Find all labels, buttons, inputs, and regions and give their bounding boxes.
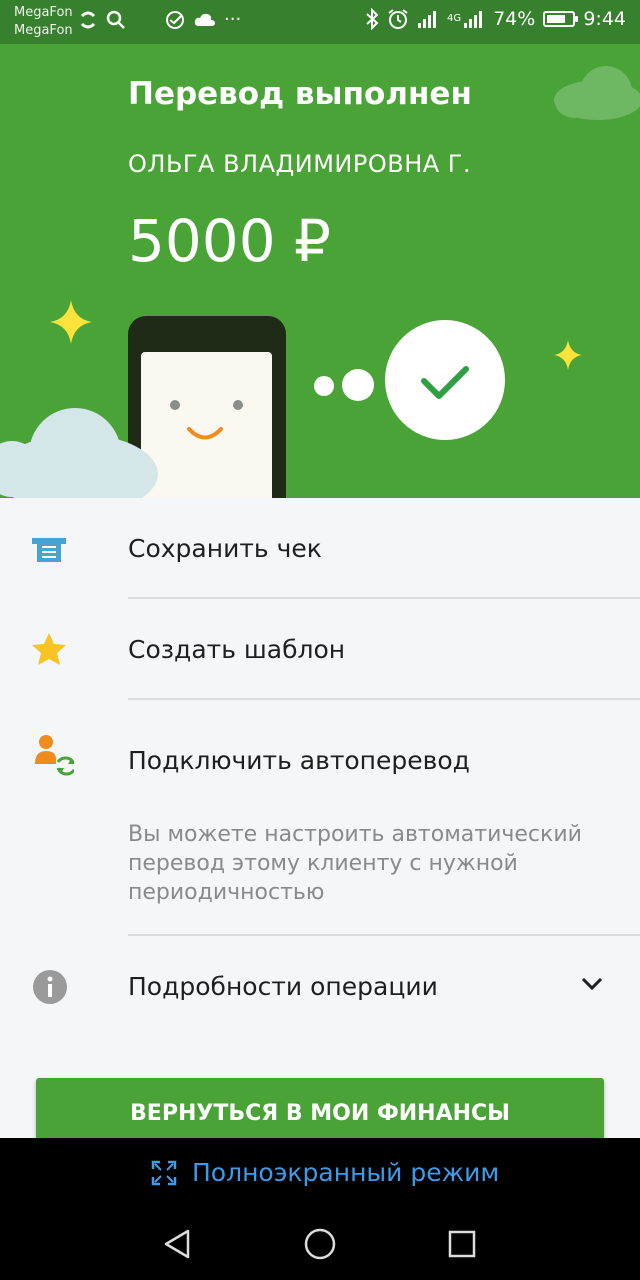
actions-list: Сохранить чек Создать шаблон Подключить … — [0, 498, 640, 1040]
clock: 9:44 — [583, 8, 626, 30]
autotransfer-description: Вы можете настроить автоматический перев… — [128, 822, 582, 905]
carrier-names: MegaFon MegaFon — [14, 4, 73, 40]
battery-percent: 74% — [493, 8, 536, 30]
home-nav-icon[interactable] — [302, 1226, 338, 1262]
save-receipt-label: Сохранить чек — [128, 534, 322, 563]
sparkle-large — [50, 300, 92, 344]
save-receipt-item[interactable]: Сохранить чек — [0, 498, 640, 599]
back-nav-icon[interactable] — [160, 1226, 196, 1262]
fullscreen-label: Полноэкранный режим — [192, 1158, 500, 1187]
autotransfer-label: Подключить автоперевод — [128, 746, 470, 775]
operation-details-label: Подробности операции — [128, 972, 438, 1001]
create-template-item[interactable]: Создать шаблон — [0, 599, 640, 700]
recipient-name: ОЛЬГА ВЛАДИМИРОВНА Г. — [128, 150, 472, 178]
fullscreen-mode-link[interactable]: Полноэкранный режим — [150, 1158, 499, 1187]
cloud-top-right — [554, 66, 640, 120]
info-icon — [33, 970, 67, 1004]
bluetooth-icon — [366, 8, 379, 30]
cloud-icon — [194, 13, 215, 26]
system-nav-bar — [0, 1222, 640, 1280]
person-repeat-icon — [35, 735, 74, 776]
alarm-icon — [388, 9, 408, 29]
carrier-1: MegaFon — [14, 5, 73, 20]
success-header: Перевод выполнен ОЛЬГА ВЛАДИМИРОВНА Г. 5… — [0, 44, 640, 498]
recents-nav-icon[interactable] — [444, 1226, 480, 1262]
status-bar: MegaFon MegaFon ··· 4G 74% 9:44 — [0, 0, 640, 44]
status-left-icons: ··· — [78, 10, 241, 30]
carrier-2: MegaFon — [14, 23, 73, 38]
phone-screen — [141, 352, 272, 498]
receipt-icon — [32, 538, 66, 562]
chevron-down-icon[interactable] — [580, 976, 604, 992]
check-circle — [385, 320, 505, 440]
network-type: 4G — [446, 13, 462, 24]
transfer-amount: 5000 ₽ — [128, 207, 331, 275]
operation-details-item[interactable]: Подробности операции — [0, 936, 640, 1040]
sberbank-icon — [166, 11, 184, 29]
fullscreen-icon — [151, 1160, 177, 1185]
sync-icon — [80, 11, 96, 29]
signal-icon — [417, 11, 436, 28]
dot-small — [314, 376, 334, 396]
signal-icon-2 — [464, 11, 483, 28]
create-template-label: Создать шаблон — [128, 635, 346, 664]
more-notifications-icon: ··· — [224, 9, 242, 30]
battery-fill — [547, 15, 566, 23]
page-title: Перевод выполнен — [128, 76, 472, 112]
battery-icon — [543, 11, 579, 27]
bottom-bar: Полноэкранный режим — [0, 1138, 640, 1280]
star-icon — [32, 633, 66, 665]
dot-medium — [342, 369, 374, 401]
autotransfer-item[interactable]: Подключить автоперевод Вы можете настрои… — [0, 700, 640, 936]
search-icon — [106, 10, 125, 29]
sparkle-small — [554, 340, 582, 370]
status-right: 4G 74% 9:44 — [365, 8, 626, 30]
